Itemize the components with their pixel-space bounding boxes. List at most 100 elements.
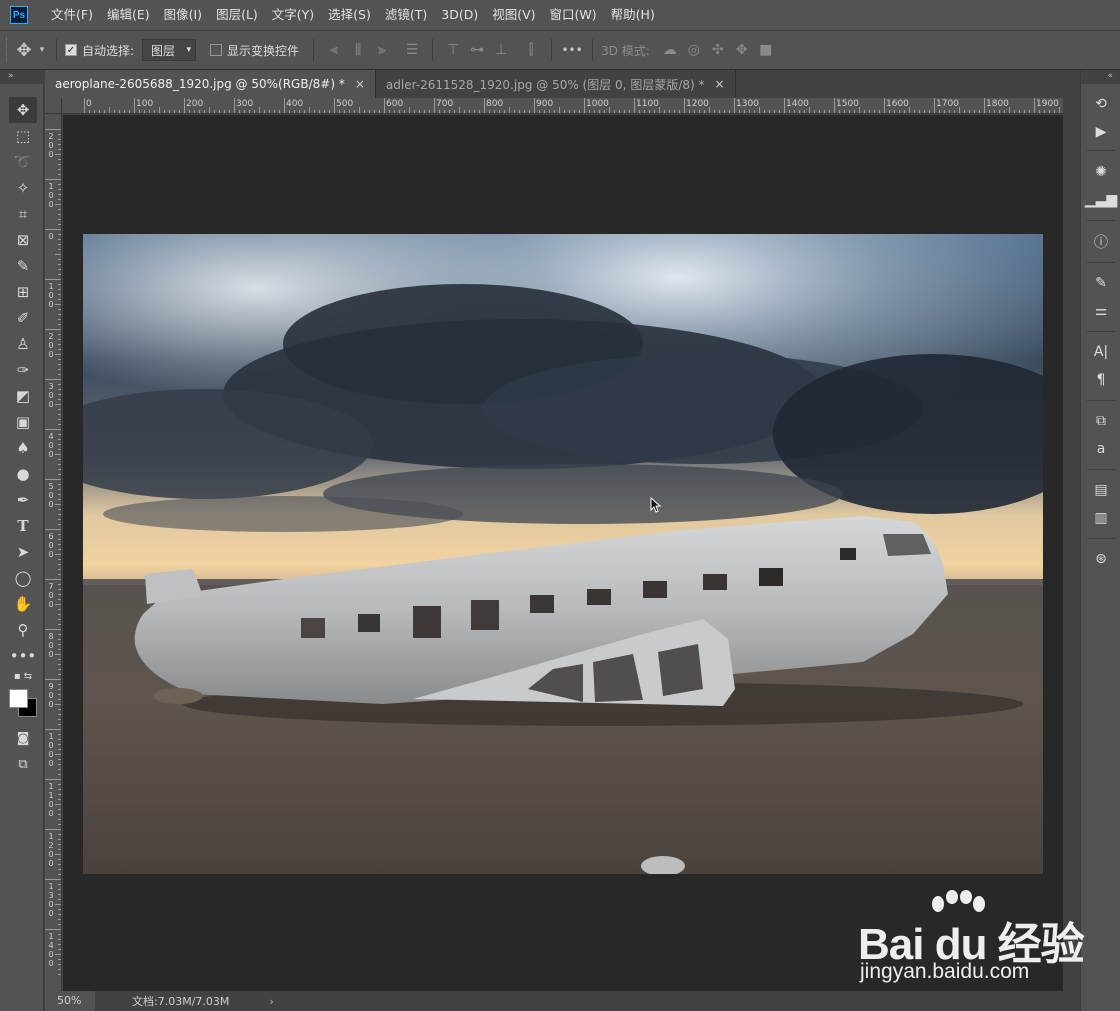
close-icon[interactable]: × xyxy=(715,77,725,91)
tool-preset-chevron-down-icon[interactable]: ▾ xyxy=(36,45,48,55)
layers-panel-icon[interactable]: ▤ xyxy=(1089,479,1113,501)
align-vcenter-icon[interactable]: ⊶ xyxy=(465,42,489,58)
frame-tool-icon[interactable]: ⊠ xyxy=(9,227,37,253)
ruler-minor-tick xyxy=(55,454,61,455)
healing-brush-tool-icon[interactable]: ⊞ xyxy=(9,279,37,305)
horizontal-ruler[interactable]: 0 100 200 300 400 500 600 700 800 900 1000 1100 1200… xyxy=(62,98,1063,114)
ruler-minor-tick xyxy=(869,110,870,113)
menu-edit[interactable]: 编辑(E) xyxy=(100,0,157,30)
ellipse-tool-icon[interactable]: ◯ xyxy=(9,565,37,591)
align-hcenter-icon[interactable]: ⫼ xyxy=(346,42,370,58)
3d-slide-icon[interactable]: ✥ xyxy=(730,42,754,58)
eyedropper-tool-icon[interactable]: ✎ xyxy=(9,253,37,279)
dodge-tool-icon[interactable]: ● xyxy=(9,461,37,487)
tools-collapse-toggle[interactable]: » xyxy=(0,70,44,84)
menu-select[interactable]: 选择(S) xyxy=(321,0,378,30)
ruler-label: 2 0 0 xyxy=(48,132,54,159)
ruler-major-tick xyxy=(45,129,61,130)
zoom-tool-icon[interactable]: ⚲ xyxy=(9,617,37,643)
paragraph-styles-panel-icon[interactable]: ⧉ xyxy=(1089,410,1113,432)
ruler-minor-tick xyxy=(489,110,490,113)
close-icon[interactable]: × xyxy=(355,77,365,91)
ruler-minor-tick xyxy=(58,689,61,690)
align-left-icon[interactable]: ⫷ xyxy=(322,42,346,58)
info-panel-icon[interactable]: ⓘ xyxy=(1089,231,1113,253)
edit-toolbar-icon[interactable]: ••• xyxy=(9,643,37,669)
character-panel-icon[interactable]: A| xyxy=(1089,341,1113,363)
3d-roll-icon[interactable]: ◎ xyxy=(682,42,706,58)
menu-layer[interactable]: 图层(L) xyxy=(209,0,265,30)
stamp-tool-icon[interactable]: ♙ xyxy=(9,331,37,357)
vertical-ruler[interactable]: 2 0 0 1 0 0 0 1 0 0 2 0 0 3 0 0 4 0 0 5 0 0 6 0 … xyxy=(45,114,62,991)
ruler-origin[interactable] xyxy=(45,98,62,114)
status-menu-arrow-icon[interactable]: › xyxy=(269,995,273,1008)
move-tool-icon[interactable]: ✥ xyxy=(9,97,37,123)
swap-colors-icon[interactable]: ▪ ⇆ xyxy=(8,667,38,685)
libraries-panel-icon[interactable]: ⊛ xyxy=(1089,548,1113,570)
ruler-label: 1 0 0 0 xyxy=(48,732,54,768)
marquee-tool-icon[interactable]: ⬚ xyxy=(9,123,37,149)
ruler-minor-tick xyxy=(58,134,61,135)
path-select-tool-icon[interactable]: ➤ xyxy=(9,539,37,565)
menu-help[interactable]: 帮助(H) xyxy=(604,0,662,30)
distribute-horizontal-icon[interactable]: ☰ xyxy=(400,42,424,58)
ruler-minor-tick xyxy=(189,110,190,113)
type-tool-icon[interactable]: T xyxy=(9,513,37,539)
brush-tool-icon[interactable]: ✐ xyxy=(9,305,37,331)
3d-orbit-icon[interactable]: ☁ xyxy=(658,42,682,58)
menu-image[interactable]: 图像(I) xyxy=(157,0,209,30)
auto-select-dropdown[interactable]: 图层 ▾ xyxy=(142,39,197,61)
screen-mode-icon[interactable]: ⧉ xyxy=(9,751,37,777)
tab-aeroplane[interactable]: aeroplane-2605688_1920.jpg @ 50%(RGB/8#)… xyxy=(45,70,376,98)
ruler-major-tick xyxy=(584,98,585,113)
lasso-tool-icon[interactable]: ➰ xyxy=(9,149,37,175)
ruler-major-tick xyxy=(84,98,85,113)
ruler-label: 0 xyxy=(86,99,92,109)
brushes-panel-icon[interactable]: ✎ xyxy=(1089,272,1113,294)
eraser-tool-icon[interactable]: ◩ xyxy=(9,383,37,409)
document-canvas-image[interactable] xyxy=(83,234,1043,874)
blur-tool-icon[interactable]: ♠ xyxy=(9,435,37,461)
menu-type[interactable]: 文字(Y) xyxy=(265,0,321,30)
history-panel-icon[interactable]: ⟲ xyxy=(1089,93,1113,115)
tools-panel: ✥ ⬚ ➰ ✧ ⌗ ⊠ ✎ ⊞ ✐ ♙ ✑ ◩ ▣ ♠ ● ✒ T ➤ ◯ ✋ … xyxy=(0,84,44,1011)
align-top-icon[interactable]: ⊤ xyxy=(441,42,465,58)
magic-wand-tool-icon[interactable]: ✧ xyxy=(9,175,37,201)
history-brush-tool-icon[interactable]: ✑ xyxy=(9,357,37,383)
histogram-panel-icon[interactable]: ▁▃▆ xyxy=(1085,189,1117,211)
align-right-icon[interactable]: ⫸ xyxy=(370,42,394,58)
ruler-minor-tick xyxy=(129,110,130,113)
auto-select-checkbox[interactable]: ✓ xyxy=(65,44,77,56)
move-tool-icon[interactable]: ✥ xyxy=(12,40,36,61)
paragraph-panel-icon[interactable]: ¶ xyxy=(1089,369,1113,391)
3d-camera-icon[interactable]: ■ xyxy=(754,42,778,58)
3d-pan-icon[interactable]: ✣ xyxy=(706,42,730,58)
hand-tool-icon[interactable]: ✋ xyxy=(9,591,37,617)
pen-tool-icon[interactable]: ✒ xyxy=(9,487,37,513)
distribute-vertical-icon[interactable]: ⫿ xyxy=(519,42,543,58)
ruler-minor-tick xyxy=(58,794,61,795)
align-bottom-icon[interactable]: ⊥ xyxy=(489,42,513,58)
tab-adler[interactable]: adler-2611528_1920.jpg @ 50% (图层 0, 图层蒙版… xyxy=(375,70,736,98)
menu-window[interactable]: 窗口(W) xyxy=(543,0,604,30)
menu-file[interactable]: 文件(F) xyxy=(44,0,100,30)
properties-panel-icon[interactable]: ▥ xyxy=(1089,507,1113,529)
menu-filter[interactable]: 滤镜(T) xyxy=(378,0,434,30)
crop-tool-icon[interactable]: ⌗ xyxy=(9,201,37,227)
brush-settings-panel-icon[interactable]: ⚌ xyxy=(1089,300,1113,322)
actions-panel-icon[interactable]: ▶ xyxy=(1089,121,1113,143)
foreground-color-swatch[interactable] xyxy=(9,689,28,708)
vertical-scrollbar[interactable] xyxy=(1063,98,1080,991)
dock-collapse-toggle[interactable]: « xyxy=(1081,70,1120,84)
zoom-level-field[interactable]: 50% xyxy=(45,991,95,1011)
ruler-label: 300 xyxy=(236,99,254,109)
ruler-minor-tick xyxy=(58,189,61,190)
gradient-tool-icon[interactable]: ▣ xyxy=(9,409,37,435)
menu-3d[interactable]: 3D(D) xyxy=(434,0,485,30)
quick-mask-icon[interactable]: ◙ xyxy=(9,725,37,751)
character-styles-panel-icon[interactable]: a xyxy=(1089,438,1113,460)
more-options-icon[interactable]: ••• xyxy=(560,43,584,57)
navigator-panel-icon[interactable]: ✺ xyxy=(1089,161,1113,183)
menu-view[interactable]: 视图(V) xyxy=(485,0,542,30)
show-transform-checkbox[interactable] xyxy=(210,44,223,56)
